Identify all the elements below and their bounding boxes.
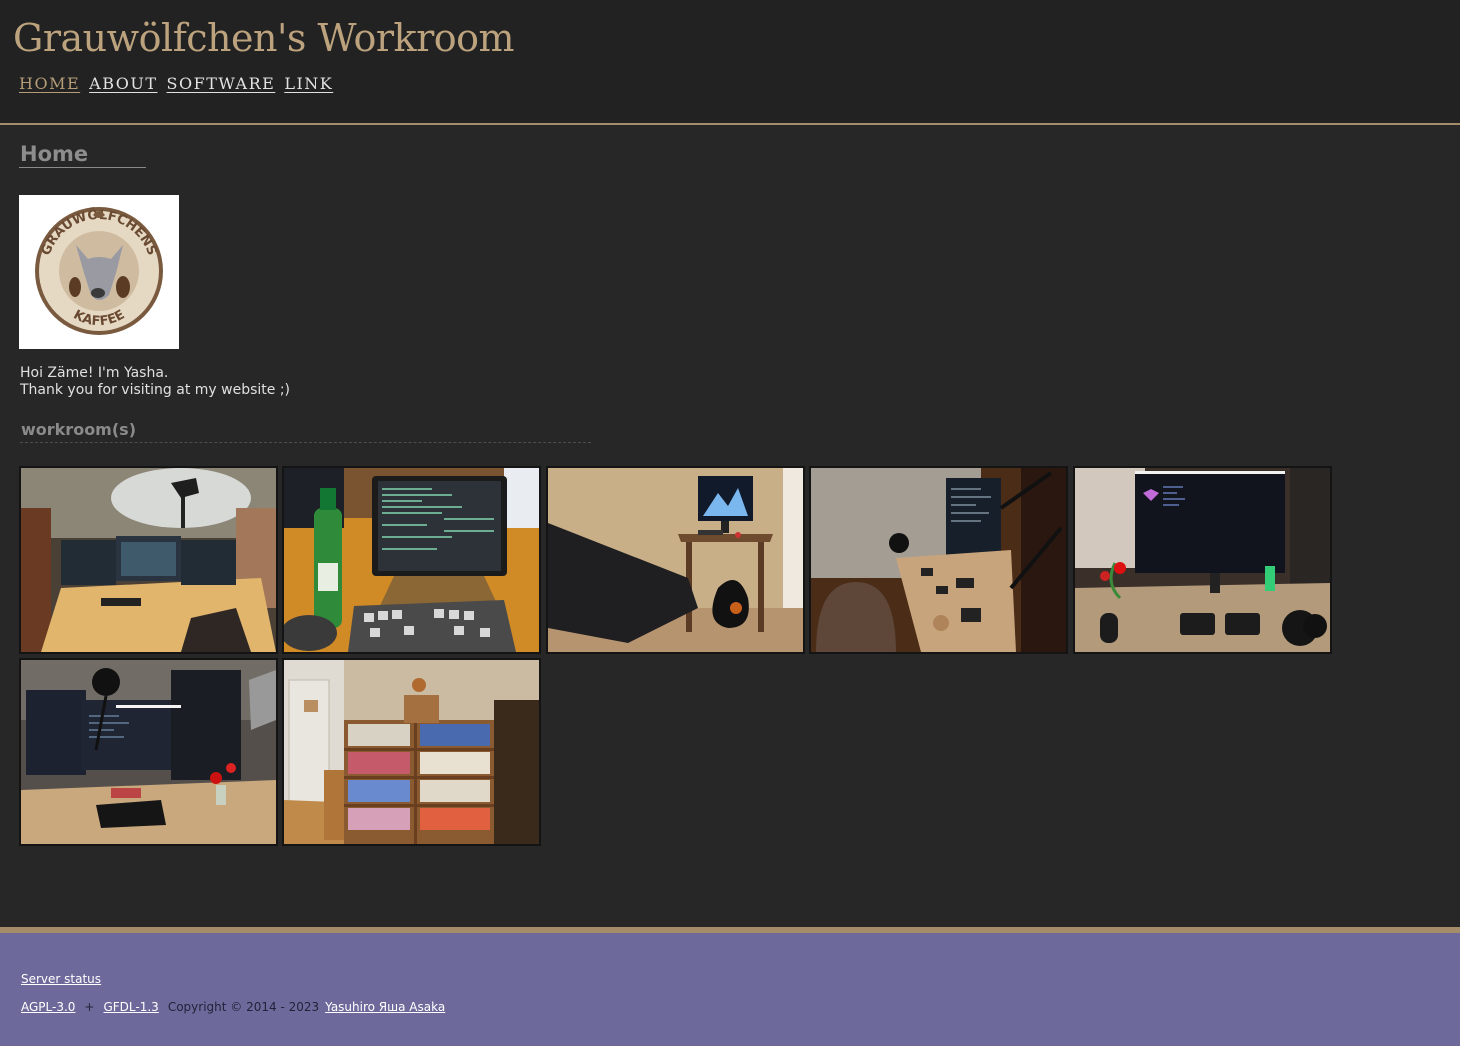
plus-separator: +: [84, 1000, 95, 1014]
workroom-photo-7[interactable]: [282, 658, 541, 846]
site-title: Grauwölfchen's Workroom: [13, 16, 515, 60]
intro-greeting: Hoi Zäme! I'm Yasha.: [20, 365, 169, 381]
main-nav: HOME ABOUT SOFTWARE LINK: [19, 74, 333, 93]
workroom-section-heading: workroom(s): [20, 420, 591, 443]
server-status-link[interactable]: Server status: [21, 972, 101, 986]
author-link[interactable]: Yasuhiro Яша Asaka: [325, 1000, 445, 1014]
site-header: Grauwölfchen's Workroom HOME ABOUT SOFTW…: [0, 0, 1460, 125]
workroom-photo-3[interactable]: [546, 466, 805, 654]
page-title: Home: [19, 142, 146, 168]
workroom-photo-4[interactable]: [809, 466, 1068, 654]
nav-link-link[interactable]: LINK: [284, 74, 333, 93]
nav-home-link[interactable]: HOME: [19, 74, 80, 93]
copyright-text: Copyright © 2014 - 2023: [167, 1000, 320, 1014]
site-footer: Server status AGPL-3.0 + GFDL-1.3 Copyri…: [0, 927, 1460, 1046]
workroom-photo-6[interactable]: [19, 658, 278, 846]
agpl-license-link[interactable]: AGPL-3.0: [21, 1000, 75, 1014]
workroom-photo-1[interactable]: [19, 466, 278, 654]
workroom-photo-2[interactable]: [282, 466, 541, 654]
intro-text: Hoi Zäme! I'm Yasha. Thank you for visit…: [20, 365, 290, 399]
nav-software-link[interactable]: SOFTWARE: [167, 74, 276, 93]
workroom-photo-5[interactable]: [1073, 466, 1332, 654]
nav-about-link[interactable]: ABOUT: [89, 74, 157, 93]
license-line: AGPL-3.0 + GFDL-1.3 Copyright © 2014 - 2…: [21, 1000, 445, 1014]
wolf-coffee-logo-image: GRAUWÖLFCHENS KAFFEE: [35, 207, 163, 335]
intro-thanks: Thank you for visiting at my website ;): [20, 382, 291, 398]
gfdl-license-link[interactable]: GFDL-1.3: [103, 1000, 158, 1014]
coffee-logo: GRAUWÖLFCHENS KAFFEE: [19, 195, 179, 349]
